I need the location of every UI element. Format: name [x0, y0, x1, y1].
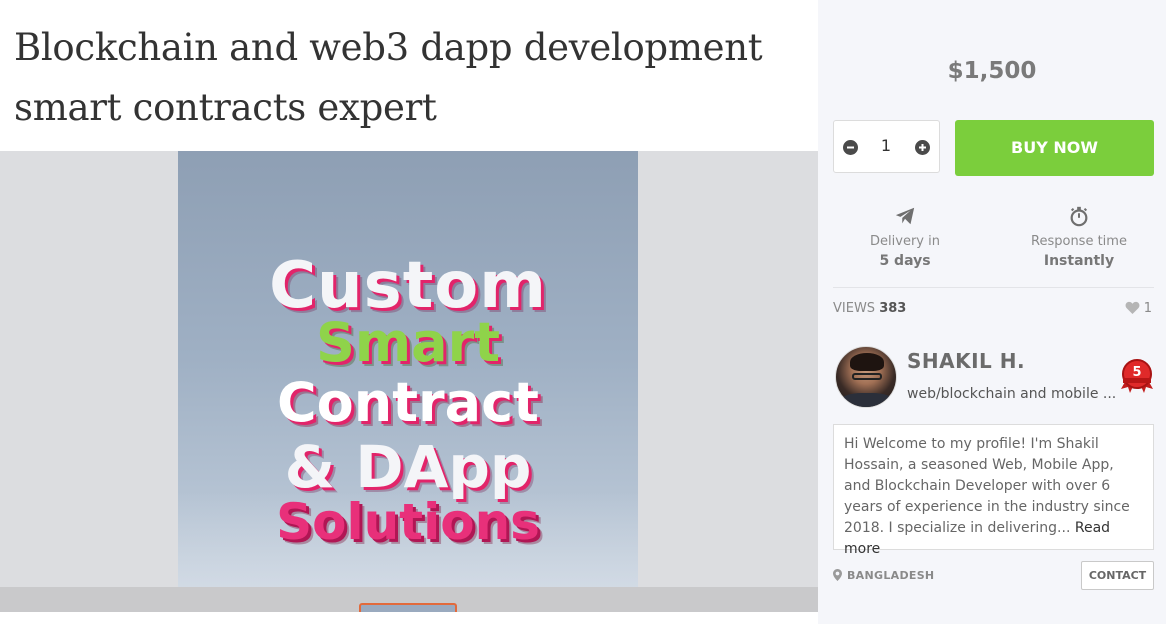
views-count: VIEWS 383 — [833, 301, 906, 316]
seller-avatar[interactable] — [835, 346, 897, 408]
views-label: VIEWS — [833, 301, 876, 316]
cover-image[interactable]: Custom Smart Contract & DApp Solutions — [178, 151, 638, 612]
delivery-stat: Delivery in 5 days — [818, 205, 992, 269]
avatar-glasses — [852, 373, 882, 380]
quantity-value[interactable]: 1 — [872, 136, 900, 155]
gallery-thumbnail[interactable] — [359, 603, 457, 612]
seller-location: BANGLADESH — [833, 569, 934, 582]
country-name: BANGLADESH — [847, 569, 935, 582]
delivery-label: Delivery in — [870, 234, 940, 249]
buy-now-button[interactable]: BUY NOW — [955, 120, 1154, 176]
quantity-stepper[interactable]: 1 — [833, 120, 940, 173]
cover-line-3: Contract — [277, 371, 539, 434]
cover-line-4: & DApp — [284, 433, 532, 501]
cover-line-2: Smart — [315, 311, 501, 374]
avatar-hair — [850, 353, 884, 371]
seller-bio: Hi Welcome to my profile! I'm Shakil Hos… — [833, 424, 1154, 557]
minus-icon — [847, 146, 854, 149]
response-label: Response time — [1031, 234, 1127, 249]
seller-subtitle: web/blockchain and mobile ... — [907, 386, 1117, 402]
purchase-sidebar: $1,500 1 BUY NOW Delivery in 5 days Resp… — [818, 0, 1166, 624]
listing-title: Blockchain and web3 dapp development sma… — [14, 26, 763, 129]
decrease-quantity-button[interactable] — [843, 140, 858, 155]
delivery-value: 5 days — [879, 253, 931, 269]
like-button[interactable]: 1 — [1125, 301, 1152, 316]
increase-quantity-button[interactable] — [915, 140, 930, 155]
listing-main: Blockchain and web3 dapp development sma… — [0, 0, 818, 624]
price: $1,500 — [947, 58, 1037, 84]
response-stat: Response time Instantly — [992, 205, 1166, 269]
map-pin-icon — [833, 569, 842, 581]
seller-level-badge-icon: 5 — [1121, 359, 1153, 393]
image-gallery[interactable]: Custom Smart Contract & DApp Solutions — [0, 151, 818, 612]
views-number: 383 — [879, 301, 907, 316]
badge-level: 5 — [1132, 365, 1141, 380]
likes-number: 1 — [1143, 301, 1152, 316]
paper-plane-icon — [895, 207, 915, 225]
stopwatch-icon — [1070, 206, 1088, 227]
avatar-shirt — [840, 393, 894, 407]
response-value: Instantly — [1043, 253, 1115, 269]
cover-line-5: Solutions — [276, 493, 540, 551]
plus-icon — [919, 144, 926, 151]
heart-icon — [1125, 301, 1140, 314]
divider — [833, 287, 1154, 288]
seller-name[interactable]: SHAKIL H. — [907, 349, 1025, 373]
contact-button[interactable]: CONTACT — [1081, 561, 1154, 590]
